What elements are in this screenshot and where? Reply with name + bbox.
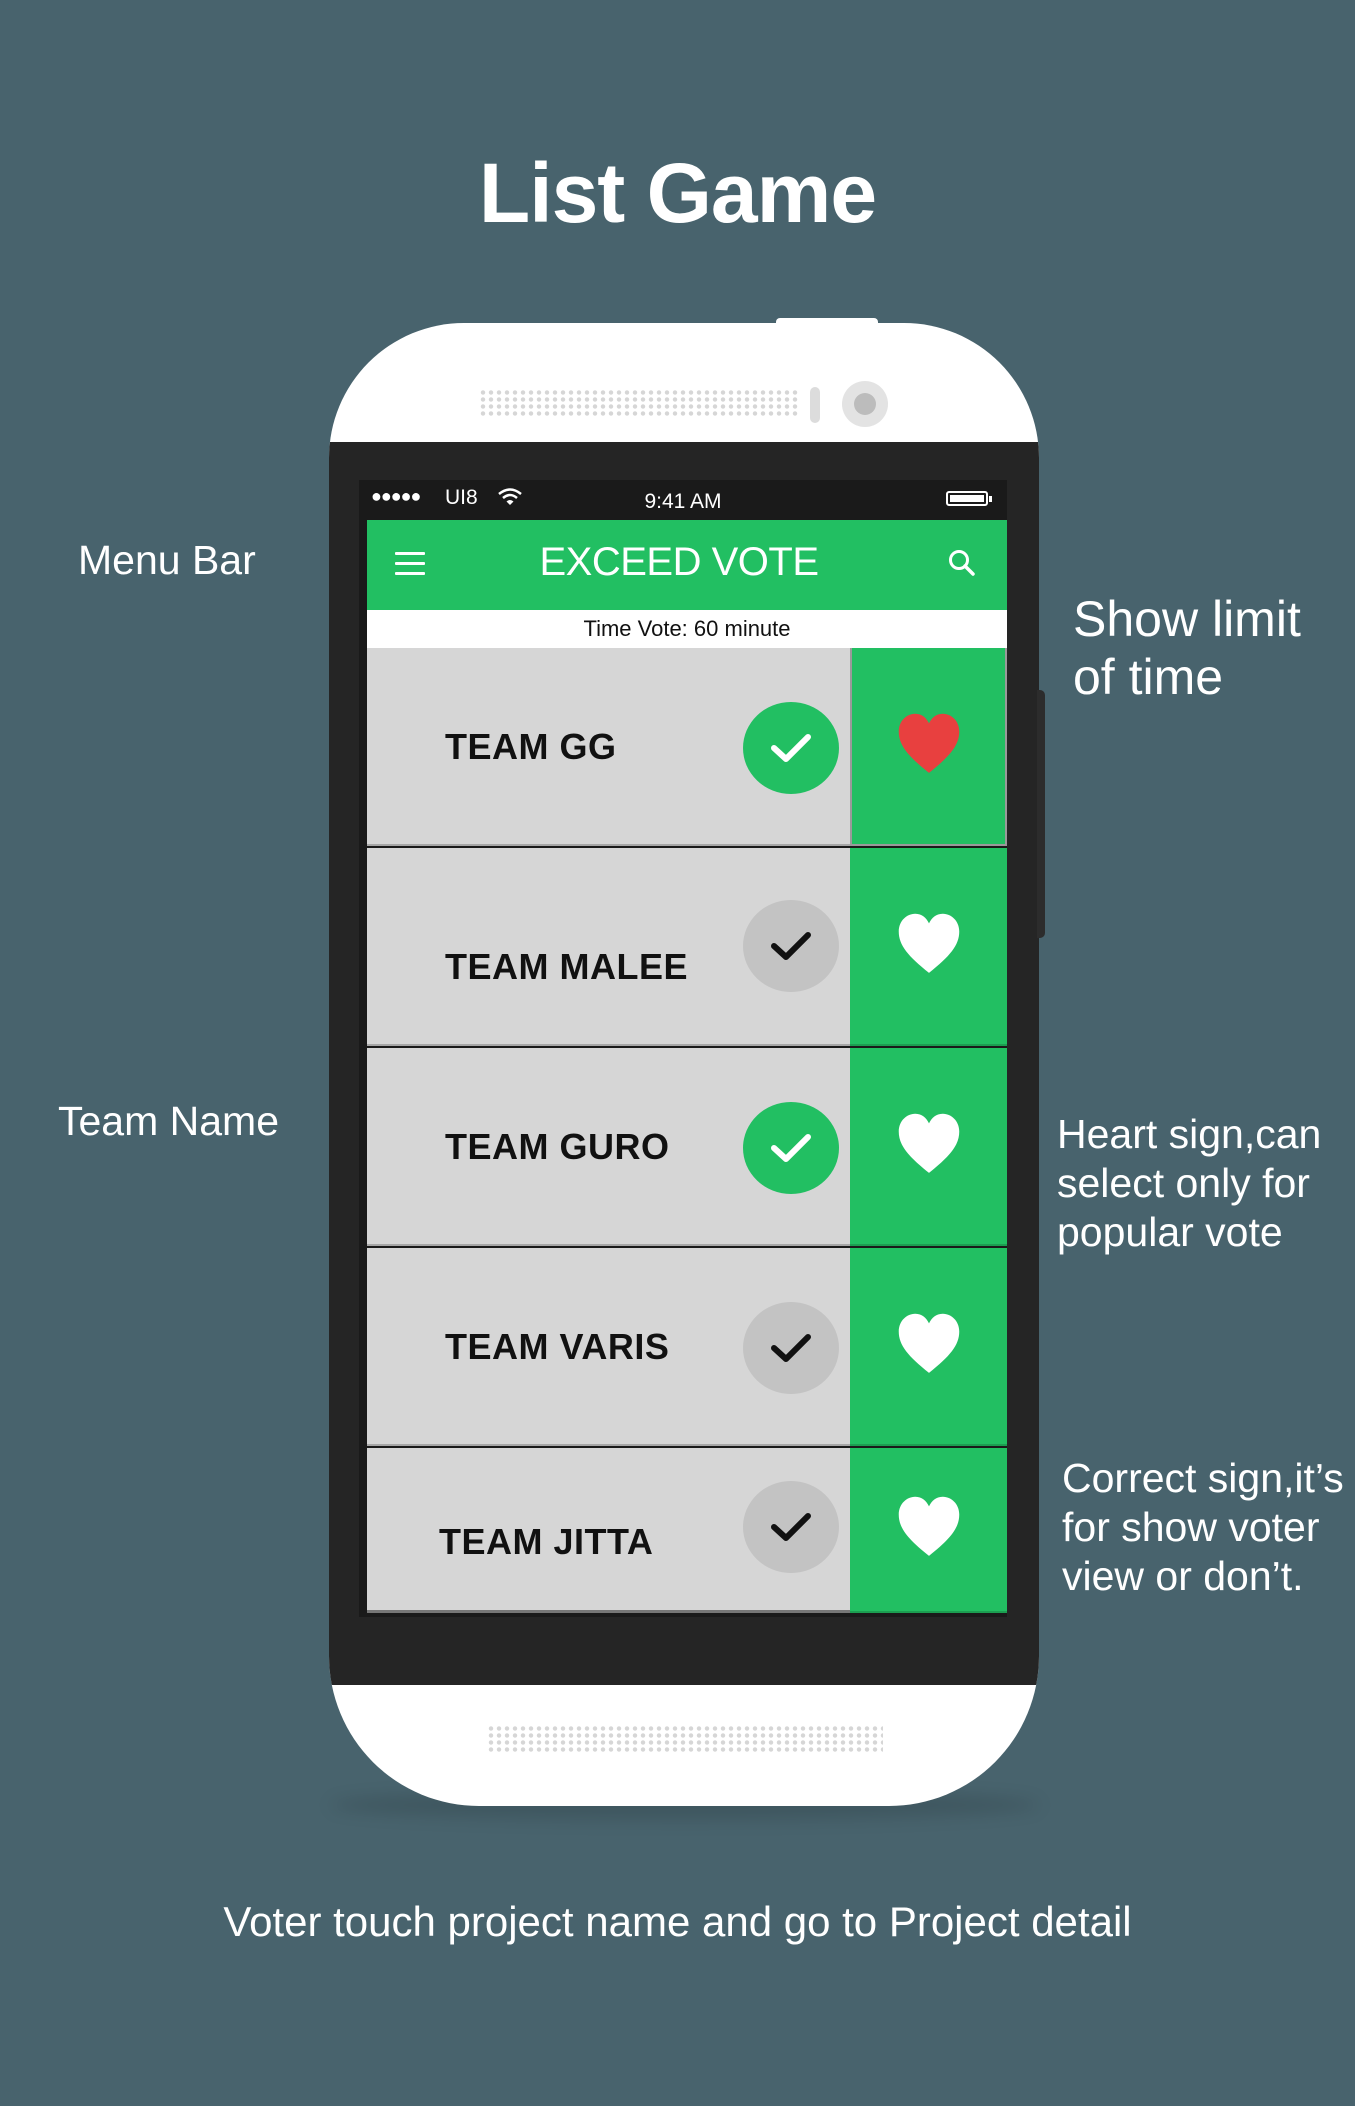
check-icon xyxy=(743,1481,839,1573)
team-name[interactable]: TEAM VARIS xyxy=(445,1326,669,1368)
team-name-area[interactable]: TEAM GURO xyxy=(367,1048,850,1246)
heart-vote-button[interactable] xyxy=(850,1048,1007,1246)
status-bar: ●●●●● UI8 9:41 AM xyxy=(359,480,1007,520)
heart-icon xyxy=(896,707,962,786)
app-title: EXCEED VOTE xyxy=(539,540,819,584)
status-time: 9:41 AM xyxy=(644,490,722,513)
team-name[interactable]: TEAM GURO xyxy=(445,1126,670,1168)
page-title: List Game xyxy=(478,146,877,240)
team-name-area[interactable]: TEAM JITTA xyxy=(367,1448,850,1613)
heart-vote-button[interactable] xyxy=(850,1248,1007,1446)
phone-screen: ●●●●● UI8 9:41 AM EXCEED VOTE Time Vote:… xyxy=(359,480,1007,1617)
annotation-team-name: Team Name xyxy=(58,1098,280,1144)
heart-icon xyxy=(896,1307,962,1386)
check-icon xyxy=(743,702,839,794)
battery-icon xyxy=(946,491,992,506)
menu-bar: EXCEED VOTE xyxy=(367,520,1007,610)
annotation-heart: Heart sign,can select only for popular v… xyxy=(1057,1111,1322,1255)
phone-side-button xyxy=(1037,690,1045,938)
heart-vote-button[interactable] xyxy=(850,848,1007,1046)
team-row[interactable]: TEAM JITTA xyxy=(367,1448,1007,1613)
heart-icon xyxy=(896,1490,962,1569)
check-icon xyxy=(743,900,839,992)
annotation-time-limit: Show limit of time xyxy=(1073,591,1301,705)
check-icon xyxy=(743,1302,839,1394)
team-name-area[interactable]: TEAM VARIS xyxy=(367,1248,850,1446)
team-name[interactable]: TEAM JITTA xyxy=(439,1521,653,1563)
team-name-area[interactable]: TEAM MALEE xyxy=(367,848,850,1046)
team-row[interactable]: TEAM GURO xyxy=(367,1048,1007,1246)
front-camera-icon xyxy=(842,381,888,427)
heart-icon xyxy=(896,907,962,986)
team-name-area[interactable]: TEAM GG xyxy=(367,648,850,846)
team-name[interactable]: TEAM MALEE xyxy=(445,946,688,988)
team-row[interactable]: TEAM VARIS xyxy=(367,1248,1007,1446)
annotation-menu-bar: Menu Bar xyxy=(78,537,256,583)
heart-icon xyxy=(896,1107,962,1186)
annotation-correct: Correct sign,it’s for show voter view or… xyxy=(1062,1455,1344,1599)
heart-vote-button[interactable] xyxy=(850,648,1007,846)
team-row[interactable]: TEAM GG xyxy=(367,648,1007,846)
team-name[interactable]: TEAM GG xyxy=(445,726,617,768)
earpiece-speaker xyxy=(479,389,799,417)
search-icon[interactable] xyxy=(945,546,979,585)
proximity-sensor xyxy=(810,387,820,423)
time-vote-label: Time Vote: 60 minute xyxy=(367,610,1007,648)
check-icon xyxy=(743,1102,839,1194)
bottom-speaker xyxy=(487,1725,883,1753)
heart-vote-button[interactable] xyxy=(850,1448,1007,1613)
page-caption: Voter touch project name and go to Proje… xyxy=(223,1898,1132,1945)
team-row[interactable]: TEAM MALEE xyxy=(367,848,1007,1046)
